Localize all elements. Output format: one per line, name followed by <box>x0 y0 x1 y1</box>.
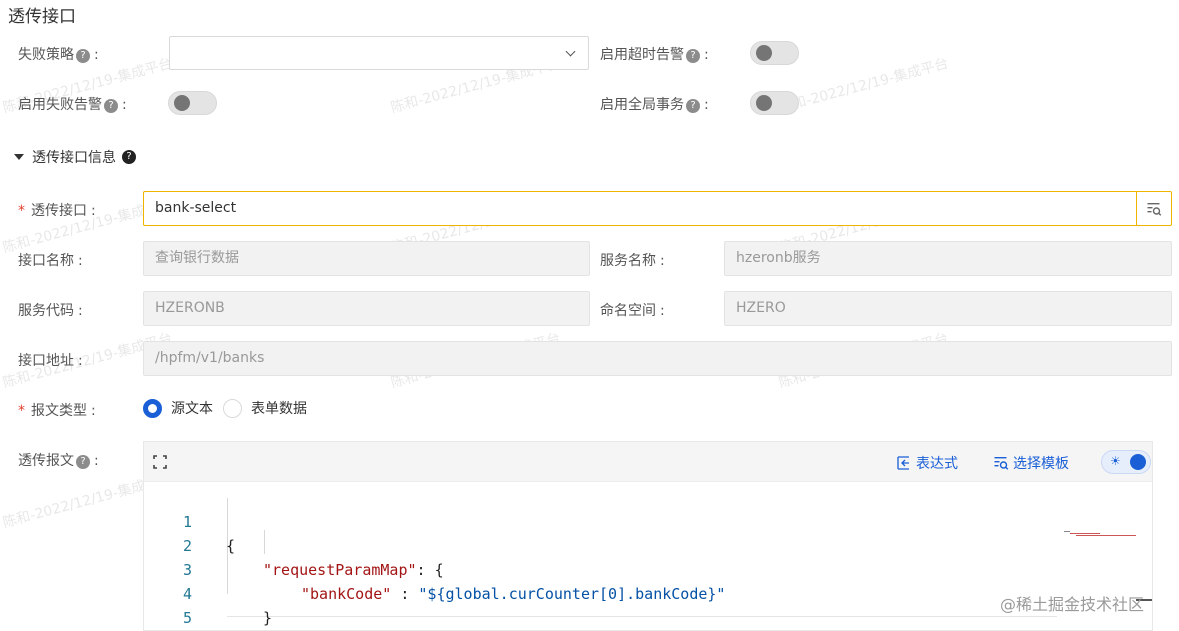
message-type-radio-group: 源文本 表单数据 <box>143 398 317 418</box>
payload-label: 透传报文?: <box>18 453 99 469</box>
timeout-alarm-label: 启用超时告警?: <box>600 47 709 63</box>
failure-alarm-switch[interactable] <box>168 91 217 115</box>
code-line: 2 "requestParamMap": { <box>144 510 1152 579</box>
timeout-alarm-switch[interactable] <box>750 41 799 65</box>
global-tx-label-text: 启用全局事务 <box>600 97 684 113</box>
switch-knob <box>756 95 772 111</box>
expression-icon <box>897 456 909 470</box>
interface-url-label: 接口地址: <box>18 353 83 369</box>
timeout-alarm-label-text: 启用超时告警 <box>600 47 684 63</box>
expression-button[interactable]: 表达式 <box>896 453 958 473</box>
watermark: 陈和-2022/12/19-集成平台 <box>777 55 951 117</box>
service-name-field: hzeronb服务 <box>724 241 1172 276</box>
interface-lookup-input[interactable]: bank-select <box>143 191 1172 226</box>
help-icon[interactable]: ? <box>76 49 90 63</box>
select-template-button[interactable]: 选择模板 <box>993 453 1069 473</box>
lookup-button[interactable] <box>1136 192 1171 225</box>
global-tx-switch[interactable] <box>750 91 799 115</box>
radio-raw-text[interactable] <box>143 398 162 418</box>
radio-raw-text-label[interactable]: 源文本 <box>171 398 213 418</box>
section-title: 透传接口 <box>8 7 76 27</box>
template-search-icon <box>994 457 1009 470</box>
theme-switch[interactable]: ☀ <box>1101 450 1151 474</box>
namespace-label: 命名空间: <box>600 303 665 319</box>
code-line: 1 { <box>144 486 1152 555</box>
failure-policy-select[interactable] <box>169 36 589 70</box>
interface-label-text: 透传接口 <box>31 203 87 219</box>
switch-knob <box>756 45 772 61</box>
group-header[interactable]: 透传接口信息 ? <box>14 147 136 167</box>
code-line: 3 "bankCode" : "${global.curCounter[0].b… <box>144 534 1152 603</box>
service-code-label: 服务代码: <box>18 303 83 319</box>
editor-divider <box>227 616 1057 617</box>
namespace-value: HZERO <box>736 300 786 316</box>
chevron-down-icon[interactable] <box>565 46 576 57</box>
brand-watermark: @稀土掘金技术社区 <box>1000 595 1145 614</box>
help-icon[interactable]: ? <box>104 99 118 113</box>
help-icon[interactable]: ? <box>686 99 700 113</box>
editor-toolbar: 表达式 选择模板 ☀ <box>144 442 1152 482</box>
service-name-label: 服务名称: <box>600 253 665 269</box>
help-icon[interactable]: ? <box>122 150 136 164</box>
failure-policy-label: 失败策略?: <box>18 47 99 63</box>
service-code-field: HZERONB <box>143 291 590 326</box>
interface-name-value: 查询银行数据 <box>155 250 239 266</box>
code-text: } <box>263 609 273 627</box>
interface-name-label-text: 接口名称 <box>18 253 74 269</box>
failure-alarm-label-text: 启用失败告警 <box>18 97 102 113</box>
radio-form-data[interactable] <box>223 398 242 418</box>
interface-url-field: /hpfm/v1/banks <box>143 341 1172 376</box>
message-type-label-text: 报文类型 <box>31 403 87 419</box>
namespace-field: HZERO <box>724 291 1172 326</box>
switch-knob <box>1130 454 1146 470</box>
required-mark: * <box>18 403 25 419</box>
line-number: 5 <box>182 609 192 627</box>
failure-alarm-label: 启用失败告警?: <box>18 97 127 113</box>
service-code-value: HZERONB <box>155 300 225 316</box>
help-icon[interactable]: ? <box>76 455 90 469</box>
global-tx-label: 启用全局事务?: <box>600 97 709 113</box>
interface-value: bank-select <box>155 200 237 216</box>
message-type-label: * 报文类型: <box>18 403 96 419</box>
namespace-label-text: 命名空间 <box>600 303 656 319</box>
sun-icon: ☀ <box>1110 454 1121 468</box>
expression-label: 表达式 <box>916 456 958 472</box>
required-mark: * <box>18 203 25 219</box>
interface-url-label-text: 接口地址 <box>18 353 74 369</box>
failure-policy-label-text: 失败策略 <box>18 47 74 63</box>
group-title: 透传接口信息 <box>32 150 116 166</box>
service-name-value: hzeronb服务 <box>736 250 821 266</box>
code-line: 4 } <box>144 558 1152 627</box>
fullscreen-icon[interactable] <box>153 455 167 469</box>
radio-form-data-label[interactable]: 表单数据 <box>251 398 307 418</box>
interface-label: * 透传接口: <box>18 203 96 219</box>
payload-label-text: 透传报文 <box>18 453 74 469</box>
help-icon[interactable]: ? <box>686 49 700 63</box>
service-name-label-text: 服务名称 <box>600 253 656 269</box>
service-code-label-text: 服务代码 <box>18 303 74 319</box>
interface-name-field: 查询银行数据 <box>143 241 590 276</box>
collapse-caret-icon[interactable] <box>14 154 24 160</box>
search-list-icon <box>1147 202 1162 216</box>
interface-name-label: 接口名称: <box>18 253 83 269</box>
select-template-label: 选择模板 <box>1013 456 1069 472</box>
interface-url-value: /hpfm/v1/banks <box>155 350 265 366</box>
switch-knob <box>174 95 190 111</box>
